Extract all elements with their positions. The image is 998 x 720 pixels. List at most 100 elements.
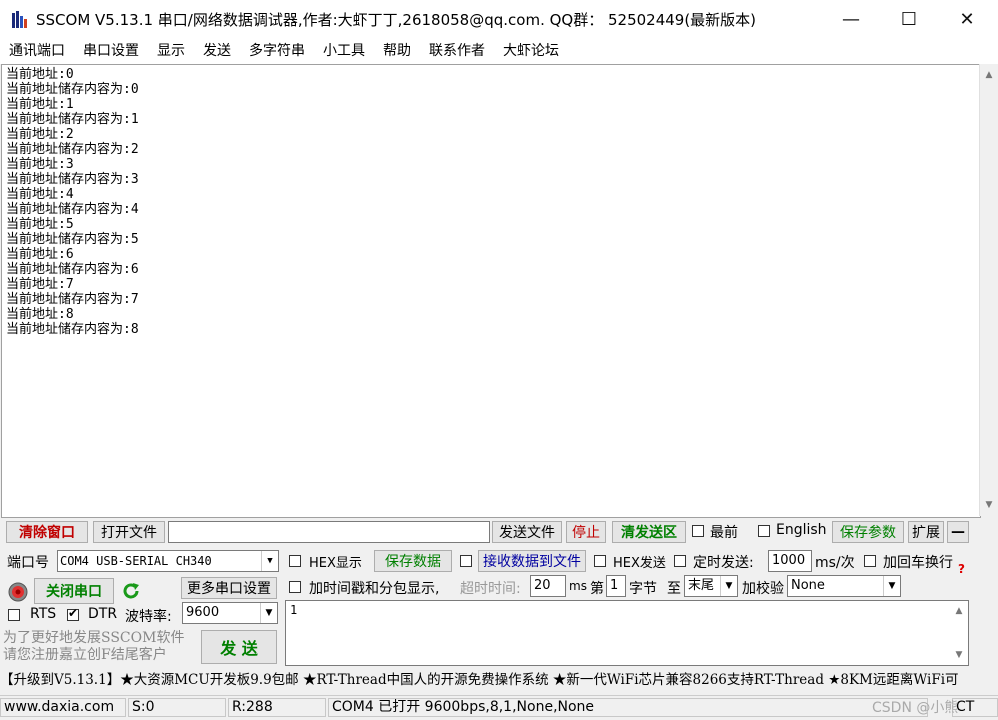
status-sent-count: S:0: [128, 698, 226, 717]
checksum-select[interactable]: None ▼: [787, 575, 901, 597]
menu-multi-string[interactable]: 多字符串: [240, 38, 314, 64]
recv-to-file-checkbox[interactable]: [460, 555, 472, 571]
timeout-unit-label: ms: [569, 579, 587, 593]
close-port-button[interactable]: 关闭串口: [34, 578, 114, 604]
checksum-label: 加校验: [742, 581, 784, 597]
english-label: English: [776, 522, 827, 538]
menu-send[interactable]: 发送: [194, 38, 240, 64]
dtr-checkbox[interactable]: ✔: [67, 606, 79, 625]
chevron-down-icon: ▼: [261, 551, 278, 571]
receive-text-area[interactable]: 当前地址:0 当前地址储存内容为:0 当前地址:1 当前地址储存内容为:1 当前地址:2…: [1, 64, 981, 518]
menu-contact-author[interactable]: 联系作者: [420, 38, 494, 64]
menu-help[interactable]: 帮助: [374, 38, 420, 64]
status-bar: www.daxia.com S:0 R:288 COM4 已打开 9600bps…: [0, 695, 998, 720]
save-data-button[interactable]: 保存数据: [374, 550, 452, 572]
hex-display-checkbox[interactable]: [289, 555, 301, 571]
close-button[interactable]: ✕: [938, 0, 996, 38]
dtr-label: DTR: [88, 606, 118, 622]
menu-display[interactable]: 显示: [148, 38, 194, 64]
timestamp-label: 加时间戳和分包显示,: [309, 581, 440, 597]
scroll-down-icon[interactable]: ▼: [980, 496, 998, 514]
receive-line: 当前地址:3: [6, 157, 74, 172]
send-scrollbar[interactable]: ▲ ▼: [950, 602, 968, 664]
minimize-button[interactable]: —: [822, 0, 880, 38]
menu-tools[interactable]: 小工具: [314, 38, 374, 64]
receive-line: 当前地址储存内容为:7: [6, 292, 139, 307]
baud-rate-value: 9600: [186, 605, 220, 620]
scroll-down-icon[interactable]: ▼: [950, 646, 968, 664]
receive-line: 当前地址:1: [6, 97, 74, 112]
receive-line: 当前地址:6: [6, 247, 74, 262]
status-received-count: R:288: [228, 698, 326, 717]
end-select-value: 末尾: [688, 578, 715, 593]
baud-rate-select[interactable]: 9600 ▼: [182, 602, 278, 624]
timed-send-checkbox[interactable]: [674, 555, 686, 571]
refresh-icon[interactable]: [120, 580, 142, 602]
end-select[interactable]: 末尾 ▼: [684, 575, 738, 597]
help-icon[interactable]: ?: [958, 562, 965, 576]
byte-prefix-label: 第: [590, 581, 604, 597]
menu-forum[interactable]: 大虾论坛: [494, 38, 568, 64]
checksum-value: None: [791, 578, 825, 593]
recv-to-file-button[interactable]: 接收数据到文件: [478, 550, 586, 572]
receive-line: 当前地址储存内容为:4: [6, 202, 139, 217]
collapse-button[interactable]: —: [947, 521, 969, 543]
scroll-up-icon[interactable]: ▲: [950, 602, 968, 620]
status-website[interactable]: www.daxia.com: [0, 698, 126, 717]
port-select[interactable]: COM4 USB-SERIAL CH340 ▼: [57, 550, 279, 572]
news-ticker[interactable]: 【升级到V5.13.1】★大资源MCU开发板9.9包邮 ★RT-Thread中国…: [0, 669, 998, 691]
timeout-input[interactable]: 20: [530, 575, 566, 597]
promo-line-1: 为了更好地发展SSCOM软件: [3, 630, 185, 646]
chevron-down-icon: ▼: [260, 603, 277, 623]
rts-checkbox[interactable]: [8, 609, 20, 625]
menu-serial-settings[interactable]: 串口设置: [74, 38, 148, 64]
hex-send-checkbox[interactable]: [594, 555, 606, 571]
to-label: 至: [667, 581, 681, 597]
topmost-checkbox[interactable]: [692, 525, 704, 541]
file-path-input[interactable]: [168, 521, 490, 543]
receive-scrollbar[interactable]: ▲ ▼: [979, 64, 998, 516]
receive-line: 当前地址储存内容为:6: [6, 262, 139, 277]
send-text-area[interactable]: 1: [285, 600, 969, 666]
receive-line: 当前地址储存内容为:0: [6, 82, 139, 97]
scroll-up-icon[interactable]: ▲: [980, 66, 998, 84]
byte-label: 字节: [629, 581, 657, 597]
receive-line: 当前地址储存内容为:3: [6, 172, 139, 187]
promo-text[interactable]: 为了更好地发展SSCOM软件 请您注册嘉立创F结尾客户: [3, 630, 184, 664]
menu-comm-port[interactable]: 通讯端口: [0, 38, 74, 64]
receive-lines: 当前地址:0 当前地址储存内容为:0 当前地址:1 当前地址储存内容为:1 当前地址:2…: [6, 67, 139, 337]
port-status-icon: [8, 582, 28, 602]
clear-window-button[interactable]: 清除窗口: [6, 521, 88, 543]
send-button[interactable]: 发 送: [201, 630, 277, 664]
english-checkbox[interactable]: [758, 525, 770, 541]
receive-line: 当前地址:8: [6, 307, 74, 322]
expand-button[interactable]: 扩展: [908, 521, 944, 543]
timeout-label: 超时时间:: [460, 581, 521, 597]
timed-send-label: 定时发送:: [693, 555, 754, 571]
byte-start-input[interactable]: 1: [606, 575, 626, 597]
baud-rate-label: 波特率:: [125, 609, 172, 625]
rts-label: RTS: [30, 606, 57, 622]
send-file-button[interactable]: 发送文件: [492, 521, 562, 543]
port-select-value: COM4 USB-SERIAL CH340: [60, 554, 212, 568]
title-bar: SSCOM V5.13.1 串口/网络数据调试器,作者:大虾丁丁,2618058…: [0, 0, 998, 38]
add-crlf-checkbox[interactable]: [864, 555, 876, 571]
receive-line: 当前地址储存内容为:5: [6, 232, 139, 247]
receive-line: 当前地址:7: [6, 277, 74, 292]
receive-line: 当前地址储存内容为:2: [6, 142, 139, 157]
more-serial-settings-button[interactable]: 更多串口设置: [181, 577, 277, 599]
window-title: SSCOM V5.13.1 串口/网络数据调试器,作者:大虾丁丁,2618058…: [36, 11, 757, 29]
receive-line: 当前地址:4: [6, 187, 74, 202]
receive-line: 当前地址储存内容为:8: [6, 322, 139, 337]
save-params-button[interactable]: 保存参数: [832, 521, 904, 543]
receive-line: 当前地址储存内容为:1: [6, 112, 139, 127]
interval-input[interactable]: 1000: [768, 550, 812, 572]
hex-send-label: HEX发送: [613, 556, 666, 571]
status-port-state: COM4 已打开 9600bps,8,1,None,None: [328, 698, 928, 717]
clear-send-area-button[interactable]: 清发送区: [612, 521, 686, 543]
maximize-button[interactable]: ☐: [880, 0, 938, 38]
stop-button[interactable]: 停止: [566, 521, 606, 543]
csdn-watermark: CSDN @小熊: [872, 700, 959, 716]
timestamp-checkbox[interactable]: [289, 581, 301, 597]
open-file-button[interactable]: 打开文件: [93, 521, 165, 543]
